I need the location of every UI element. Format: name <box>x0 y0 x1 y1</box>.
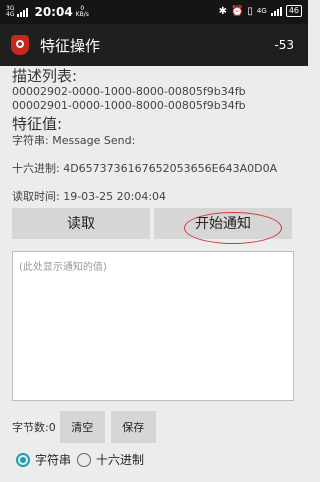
string-value: 字符串: Message Send: <box>12 134 136 147</box>
status-bar: 3G 4G 20:04 0 KB/s ✱ ⏰ ▯ 4G 46 <box>0 0 308 24</box>
descriptor-item: 00002902-0000-1000-8000-00805f9b34fb <box>12 85 246 98</box>
main-content: 描述列表: 00002902-0000-1000-8000-00805f9b34… <box>12 66 296 244</box>
signal-icon <box>270 6 282 16</box>
clear-button[interactable]: 清空 <box>59 411 105 443</box>
rssi-value: -53 <box>274 38 294 52</box>
network-speed: 0 KB/s <box>76 6 89 18</box>
cell-signal-icon <box>17 7 29 17</box>
action-row: 读取 开始通知 <box>12 208 296 244</box>
network-bottom: 4G <box>6 11 15 18</box>
app-bar: 特征操作 -53 <box>0 24 308 66</box>
byte-count: 字节数:0 <box>12 421 56 434</box>
app-logo-icon <box>11 35 29 55</box>
save-button[interactable]: 保存 <box>110 411 156 443</box>
characteristic-title: 特征值: <box>12 115 63 133</box>
notify-placeholder: (此处显示通知的值) <box>19 262 107 273</box>
speed-unit: KB/s <box>75 11 89 18</box>
string-radio[interactable] <box>16 452 30 467</box>
signal-4g-label: 4G <box>256 7 267 15</box>
page-title: 特征操作 <box>40 37 101 55</box>
notify-value-area[interactable]: (此处显示通知的值) <box>12 251 294 401</box>
hex-radio-label[interactable]: 十六进制 <box>96 451 144 468</box>
descriptor-item: 00002901-0000-1000-8000-00805f9b34fb <box>12 99 246 112</box>
bottom-toolbar: 字节数:0 清空 保存 <box>12 411 156 443</box>
read-time: 读取时间: 19-03-25 20:04:04 <box>12 190 167 203</box>
battery-icon: 46 <box>285 5 302 17</box>
annotation-circle <box>184 212 282 244</box>
bluetooth-icon: ✱ <box>218 5 227 17</box>
read-button[interactable]: 读取 <box>12 208 150 239</box>
string-radio-label[interactable]: 字符串 <box>35 451 71 468</box>
network-indicator: 3G 4G <box>6 6 14 18</box>
vibrate-icon: ▯ <box>247 5 253 17</box>
status-right: ✱ ⏰ ▯ 4G 46 <box>219 5 302 17</box>
descriptor-list-title: 描述列表: <box>12 67 78 85</box>
alarm-icon: ⏰ <box>230 5 244 17</box>
hex-radio[interactable] <box>77 452 92 467</box>
status-time: 20:04 <box>34 5 73 19</box>
format-radio-group: 字符串 十六进制 <box>16 451 144 468</box>
status-left: 3G 4G 20:04 0 KB/s <box>6 5 89 19</box>
notify-button-wrap: 开始通知 <box>154 208 292 244</box>
hex-value: 十六进制: 4D6573736167652053656E643A0D0A <box>12 162 278 175</box>
